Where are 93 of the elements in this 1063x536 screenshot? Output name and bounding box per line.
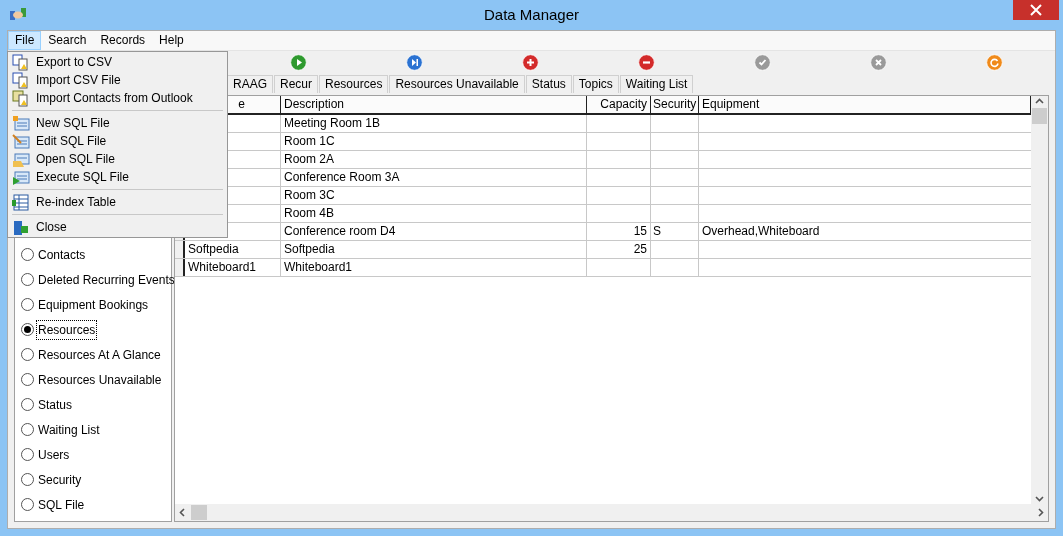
table-cell: Conference room D4 (281, 223, 587, 240)
remove-icon (637, 53, 655, 71)
exit-icon (12, 218, 30, 236)
table-cell: Meeting Room 1B (281, 115, 587, 132)
add-icon (521, 53, 539, 71)
toolbar-button[interactable] (637, 53, 655, 71)
radio-button[interactable] (21, 473, 34, 486)
csv-export-icon (12, 53, 30, 71)
play-icon (289, 53, 307, 71)
radio-button[interactable] (21, 423, 34, 436)
radio-button[interactable] (21, 348, 34, 361)
table-cell: Room 2A (281, 151, 587, 168)
radio-label[interactable]: Resources Unavailable (36, 369, 164, 390)
tab[interactable]: Status (525, 75, 572, 93)
table-cell: Softpedia (185, 241, 281, 258)
radio-button[interactable] (21, 273, 34, 286)
table-cell: Room 3C (281, 187, 587, 204)
menu-item[interactable]: Re-index Table (10, 193, 225, 211)
radio-label[interactable]: Security (36, 469, 84, 490)
menu-item[interactable]: Search (41, 31, 94, 50)
radio-label[interactable]: Resources At A Glance (36, 344, 163, 365)
contacts-import-icon (12, 89, 30, 107)
toolbar-button[interactable] (289, 53, 307, 71)
radio-button[interactable] (21, 398, 34, 411)
menu-item[interactable]: Edit SQL File (10, 132, 225, 150)
handshake-icon (9, 6, 27, 22)
horizontal-scrollbar[interactable] (175, 504, 1048, 521)
menu-item[interactable]: Import CSV File (10, 71, 225, 89)
radio-button[interactable] (21, 248, 34, 261)
row-selector[interactable] (175, 241, 185, 258)
cancel-icon (869, 53, 887, 71)
menu-item[interactable]: New SQL File (10, 114, 225, 132)
radio-button[interactable] (21, 298, 34, 311)
skip-icon (405, 53, 423, 71)
table-cell-text: Overhead,Whiteboard (701, 223, 821, 240)
check-icon (753, 53, 771, 71)
radio-label[interactable]: Users (36, 444, 72, 465)
menu-item[interactable]: Export to CSV (10, 53, 225, 71)
table-cell: Room 4B (281, 205, 587, 222)
radio-label[interactable]: Equipment Bookings (36, 294, 151, 315)
scroll-left-icon[interactable] (179, 508, 185, 517)
tab[interactable]: RAAG (227, 75, 273, 93)
edit-file-icon (12, 132, 30, 150)
scroll-right-icon[interactable] (1038, 508, 1044, 517)
table-cell: S (651, 223, 699, 240)
toolbar-button[interactable] (405, 53, 423, 71)
column-header[interactable]: Security (651, 96, 699, 113)
tab[interactable]: Recur (274, 75, 319, 93)
menu-item[interactable]: Open SQL File (10, 150, 225, 168)
tab[interactable]: Waiting List (619, 75, 694, 93)
open-file-icon (12, 150, 30, 168)
table-cell: Softpedia (281, 241, 587, 258)
column-header[interactable]: Capacity (587, 96, 651, 113)
scroll-up-icon[interactable] (1035, 98, 1044, 104)
table-cell: Whiteboard1 (185, 259, 281, 276)
menu-item[interactable]: Execute SQL File (10, 168, 225, 186)
csv-import-icon (12, 71, 30, 89)
radio-label[interactable]: Resources (36, 319, 98, 340)
row-selector[interactable] (175, 259, 185, 276)
radio-label[interactable]: Status (36, 394, 75, 415)
table-cell: 25 (587, 241, 651, 258)
table-cell: 15 (587, 223, 651, 240)
new-file-icon (12, 114, 30, 132)
toolbar-button[interactable] (521, 53, 539, 71)
table-cell: Conference Room 3A (281, 169, 587, 186)
table-cell: Room 1C (281, 133, 587, 150)
radio-button[interactable] (21, 373, 34, 386)
radio-label[interactable]: Waiting List (36, 419, 102, 440)
window-title: Data Manager (483, 4, 580, 25)
tab[interactable]: Topics (572, 75, 619, 93)
close-icon (1030, 4, 1042, 16)
table-icon (12, 193, 30, 211)
menu-item[interactable]: File (8, 31, 42, 50)
refresh-icon (985, 53, 1003, 71)
table-cell: Whiteboard1 (281, 259, 587, 276)
radio-button[interactable] (21, 323, 34, 336)
radio-button[interactable] (21, 498, 34, 511)
menu-item[interactable]: Records (93, 31, 153, 50)
radio-label[interactable]: Deleted Recurring Events (36, 269, 177, 290)
scroll-thumb[interactable] (191, 505, 207, 520)
tab[interactable]: Resources (319, 75, 389, 93)
radio-label[interactable]: Contacts (36, 244, 88, 265)
close-button[interactable] (1013, 0, 1059, 20)
menu-item[interactable]: Help (152, 31, 191, 50)
radio-label[interactable]: SQL File (36, 494, 87, 515)
tab[interactable]: Resources Unavailable (389, 75, 525, 93)
scroll-thumb[interactable] (1032, 108, 1047, 124)
radio-button[interactable] (21, 448, 34, 461)
column-header[interactable]: Description (281, 96, 587, 113)
vertical-scrollbar[interactable] (1031, 96, 1048, 504)
menu-item[interactable]: Close (10, 218, 225, 236)
run-file-icon (12, 168, 30, 186)
scroll-down-icon[interactable] (1035, 496, 1044, 502)
